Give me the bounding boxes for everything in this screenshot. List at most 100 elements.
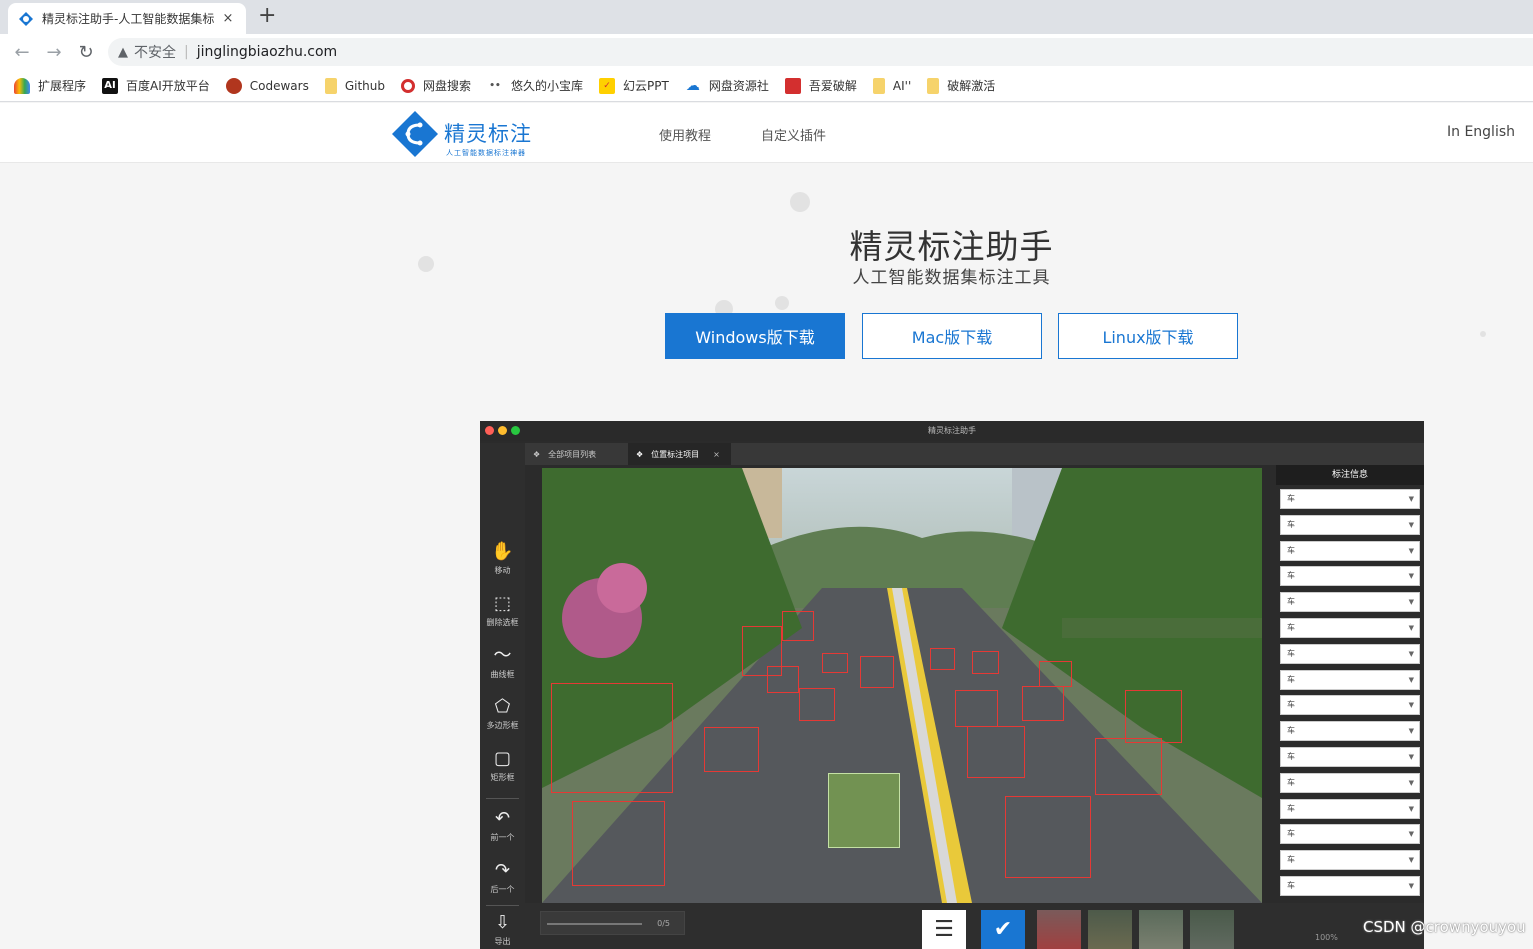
annotation-label-select[interactable]: 车 ▼ — [1280, 540, 1420, 561]
annotation-label-select[interactable]: 车 ▼ — [1280, 695, 1420, 716]
linux-download-button[interactable]: Linux版下载 — [1058, 313, 1238, 359]
annotation-label-select[interactable]: 车 ▼ — [1280, 643, 1420, 664]
annotation-label-select[interactable]: 车 ▼ — [1280, 514, 1420, 535]
confirm-button[interactable]: ✔ — [981, 910, 1025, 949]
reload-icon[interactable]: ↻ — [70, 42, 102, 63]
annotation-label-select[interactable]: 车 ▼ — [1280, 721, 1420, 742]
annotation-label-text: 车 — [1287, 494, 1295, 503]
annotation-label-text: 车 — [1287, 700, 1295, 710]
bbox-car[interactable] — [1039, 661, 1072, 687]
tool-prev[interactable]: ↶ 前一个 — [480, 808, 525, 843]
annotation-label-select[interactable]: 车 ▼ — [1280, 592, 1420, 613]
annotation-canvas[interactable] — [542, 468, 1262, 903]
progress-bar — [547, 923, 642, 925]
bookmark-github[interactable]: Github — [324, 77, 385, 94]
bookmark-pan-search[interactable]: 网盘搜索 — [401, 77, 471, 94]
forward-arrow-icon[interactable]: → — [38, 42, 70, 63]
app-tab-projects[interactable]: ❖ 全部项目列表 — [525, 443, 625, 465]
logo-title: 精灵标注 — [444, 122, 532, 146]
tool-delete-box[interactable]: ⬚ 删除选框 — [480, 593, 525, 628]
annotation-label-select[interactable]: 车 ▼ — [1280, 772, 1420, 793]
bookmark-ai-folder[interactable]: AI'' — [872, 77, 911, 94]
tool-export[interactable]: ⇩ 导出 — [480, 912, 525, 947]
site-logo[interactable]: 精灵标注 人工智能数据标注神器 — [390, 107, 540, 159]
tool-move[interactable]: ✋ 移动 — [480, 541, 525, 576]
tool-curve[interactable]: 〜 曲线框 — [480, 645, 525, 680]
thumbnail[interactable] — [1139, 910, 1183, 949]
mac-download-button[interactable]: Mac版下载 — [862, 313, 1042, 359]
bbox-car[interactable] — [799, 688, 835, 721]
bbox-car[interactable] — [767, 666, 799, 693]
bbox-car[interactable] — [967, 726, 1025, 778]
bbox-car[interactable] — [860, 656, 894, 688]
tool-polygon[interactable]: ⬠ 多边形框 — [480, 696, 525, 731]
bbox-car[interactable] — [1125, 690, 1182, 743]
app-preview: 精灵标注助手 ❖ 全部项目列表 ❖ 位置标注项目 × ✋ 移动 ⬚ 删除选框 〜… — [480, 421, 1424, 949]
bbox-car[interactable] — [955, 690, 998, 727]
address-bar[interactable]: ▲ 不安全 | jinglingbiaozhu.com — [108, 38, 1533, 66]
language-switch[interactable]: In English — [1447, 124, 1515, 140]
extensions-icon — [14, 77, 30, 94]
annotation-label-select[interactable]: 车 ▼ — [1280, 850, 1420, 871]
bookmark-extensions[interactable]: 扩展程序 — [14, 77, 86, 94]
annotation-label-text: 车 — [1287, 597, 1295, 607]
close-light-icon — [485, 426, 494, 435]
menu-button[interactable]: ☰ — [922, 910, 966, 949]
bbox-bus[interactable] — [551, 683, 673, 793]
bbox-car[interactable] — [572, 801, 665, 886]
bookmark-52pojie[interactable]: 吾爱破解 — [784, 77, 857, 94]
annotation-label-text: 车 — [1287, 777, 1295, 787]
app-tab-position[interactable]: ❖ 位置标注项目 × — [628, 443, 731, 465]
tab-close-icon[interactable]: × — [220, 11, 236, 26]
nav-plugins[interactable]: 自定义插件 — [761, 125, 826, 144]
chevron-down-icon: ▼ — [1408, 624, 1414, 632]
app-bottombar: 0/5 ☰ ✔ 100% — [525, 903, 1424, 949]
bookmark-baidu-ai[interactable]: AI 百度AI开放平台 — [102, 77, 210, 94]
bbox-taxi[interactable] — [1005, 796, 1091, 878]
export-icon: ⇩ — [494, 912, 511, 933]
progress-count: 0/5 — [657, 919, 670, 928]
thumbnail[interactable] — [1088, 910, 1132, 949]
annotation-label-select[interactable]: 车 ▼ — [1280, 489, 1420, 509]
insecure-label: 不安全 — [134, 45, 176, 61]
decor-dot — [1480, 331, 1486, 337]
annotation-label-select[interactable]: 车 ▼ — [1280, 618, 1420, 638]
annotation-label-select[interactable]: 车 ▼ — [1280, 824, 1420, 845]
new-tab-button[interactable]: + — [258, 5, 276, 27]
browser-tab[interactable]: 精灵标注助手-人工智能数据集标 × — [8, 3, 246, 34]
bbox-car[interactable] — [1095, 738, 1162, 795]
bookmark-label: 吾爱破解 — [808, 79, 857, 93]
thumbnail[interactable] — [1037, 910, 1081, 949]
annotation-label-text: 车 — [1287, 803, 1295, 813]
bbox-selected-car[interactable] — [828, 773, 900, 848]
bookmark-crack[interactable]: 破解激活 — [927, 77, 995, 94]
bookmark-treasure[interactable]: •• 悠久的小宝库 — [487, 77, 583, 94]
decor-dot — [775, 296, 789, 310]
thumbnail[interactable] — [1190, 910, 1234, 949]
bbox-car[interactable] — [930, 648, 955, 670]
nav-tutorial[interactable]: 使用教程 — [659, 125, 711, 144]
annotation-label-text: 车 — [1287, 519, 1295, 529]
tool-rectangle[interactable]: ▢ 矩形框 — [480, 748, 525, 783]
browser-toolbar: ← → ↻ ▲ 不安全 | jinglingbiaozhu.com — [0, 34, 1533, 70]
bbox-car[interactable] — [704, 727, 759, 772]
tool-next[interactable]: ↷ 后一个 — [480, 860, 525, 895]
annotation-label-select[interactable]: 车 ▼ — [1280, 747, 1420, 767]
bbox-car[interactable] — [972, 651, 999, 674]
bbox-car[interactable] — [822, 653, 848, 673]
bookmark-pan-resources[interactable]: ☁ 网盘资源社 — [685, 77, 769, 94]
bbox-car[interactable] — [1022, 686, 1064, 721]
app-tab-close-icon[interactable]: × — [713, 450, 720, 459]
back-arrow-icon[interactable]: ← — [6, 42, 38, 63]
annotation-label-select[interactable]: 车 ▼ — [1280, 876, 1420, 896]
annotation-label-select[interactable]: 车 ▼ — [1280, 669, 1420, 690]
bookmark-ppt[interactable]: ✓ 幻云PPT — [599, 77, 669, 94]
bbox-bus[interactable] — [782, 611, 814, 641]
annotation-label-select[interactable]: 车 ▼ — [1280, 798, 1420, 819]
annotation-label-text: 车 — [1287, 571, 1295, 581]
bookmark-codewars[interactable]: Codewars — [225, 77, 309, 94]
bookmark-label: 幻云PPT — [623, 79, 669, 93]
annotation-label-select[interactable]: 车 ▼ — [1280, 566, 1420, 587]
hero-title: 精灵标注助手 — [849, 227, 1054, 266]
windows-download-button[interactable]: Windows版下载 — [665, 313, 845, 359]
